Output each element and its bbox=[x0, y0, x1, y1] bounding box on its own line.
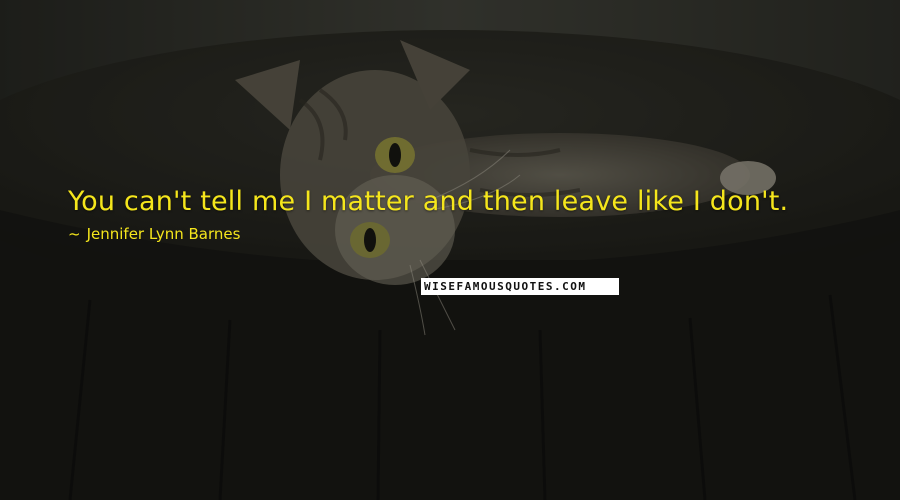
site-watermark: WISEFAMOUSQUOTES.COM bbox=[421, 278, 619, 295]
quote-text: You can't tell me I matter and then leav… bbox=[68, 186, 789, 217]
author-name: Jennifer Lynn Barnes bbox=[86, 225, 241, 243]
background-photo bbox=[0, 0, 900, 500]
watermark-text: WISEFAMOUSQUOTES.COM bbox=[424, 280, 587, 293]
quote-image: You can't tell me I matter and then leav… bbox=[0, 0, 900, 500]
quote-author: ~ Jennifer Lynn Barnes bbox=[68, 225, 240, 243]
author-dash: ~ bbox=[68, 225, 81, 243]
